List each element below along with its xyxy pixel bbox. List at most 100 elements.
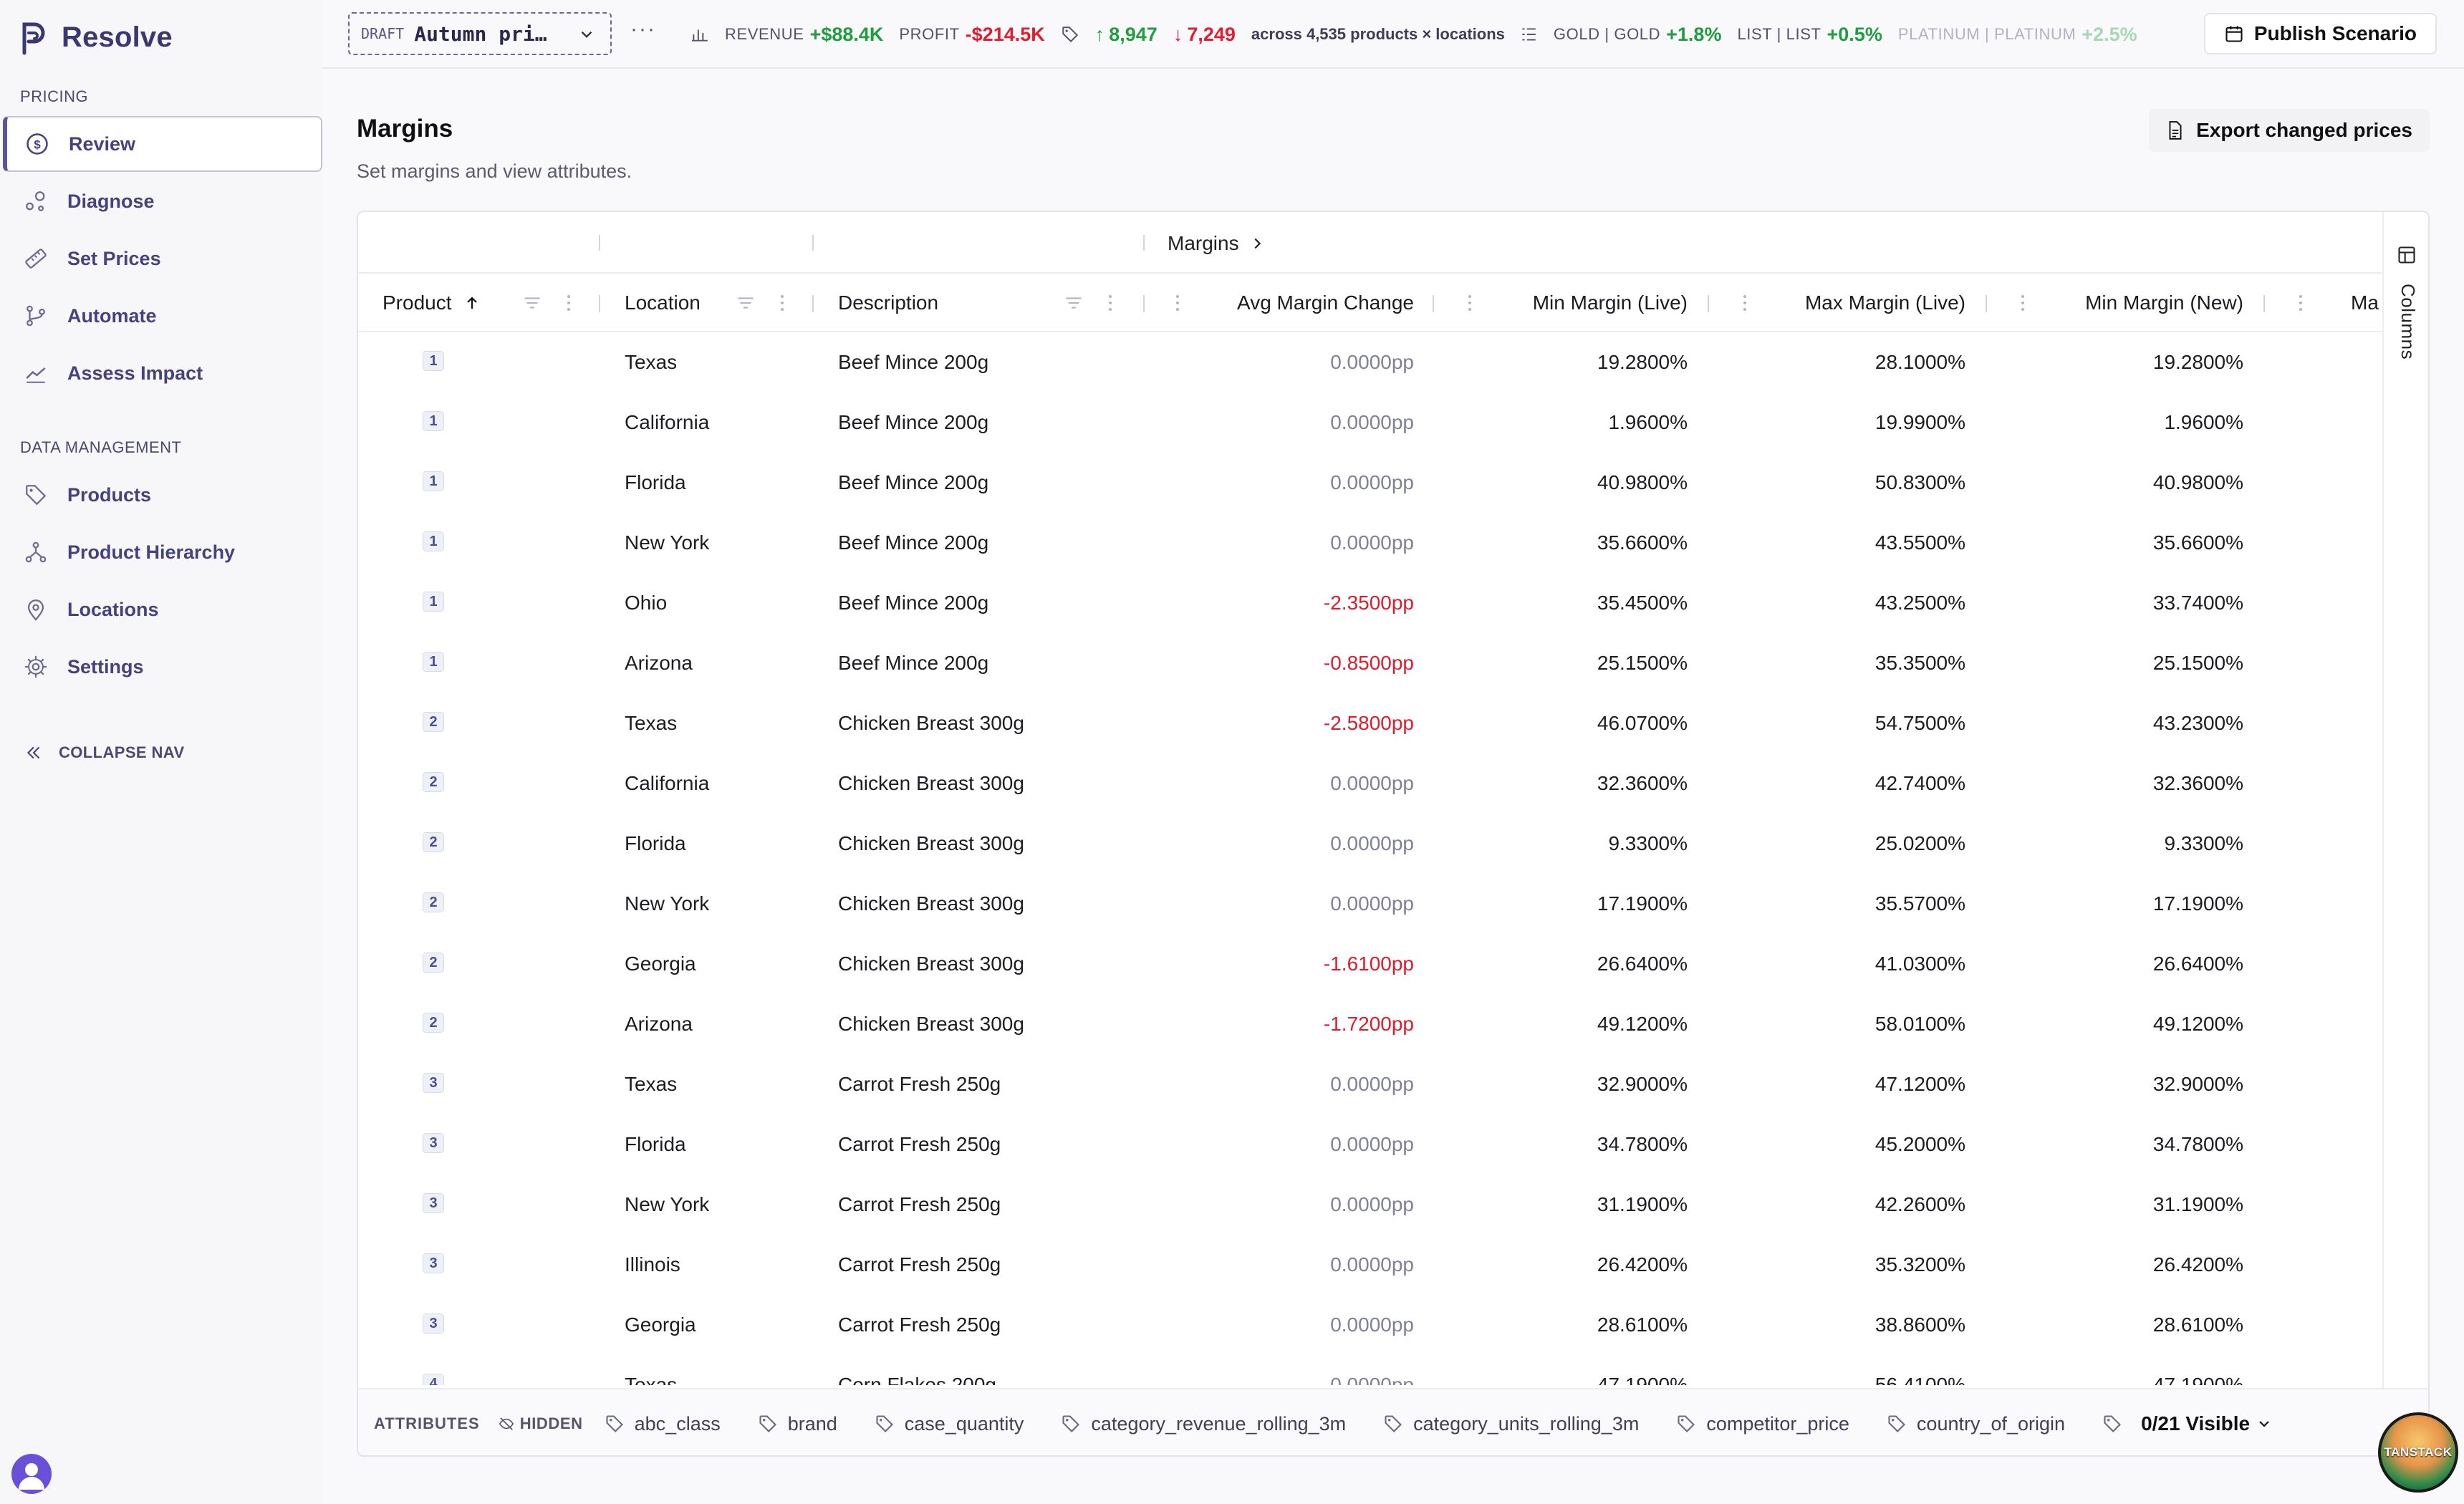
cell-min-margin-new[interactable]: 26.6400% (2034, 934, 2243, 994)
cell-min-margin-live[interactable]: 19.2800% (1483, 332, 1688, 392)
cell-description[interactable]: Carrot Fresh 250g (838, 1295, 1139, 1355)
cell-max-margin-live[interactable]: 58.0100% (1755, 994, 1965, 1054)
table-row[interactable]: 1 Arizona Beef Mince 200g -0.8500pp 25.1500%… (358, 633, 2385, 693)
cell-min-margin-live[interactable]: 40.9800% (1483, 453, 1688, 513)
cell-min-margin-new[interactable]: 28.6100% (2034, 1295, 2243, 1355)
header-avg-margin-change[interactable]: Avg Margin Change (1189, 274, 1414, 332)
cell-avg-margin-change[interactable]: 0.0000pp (1189, 874, 1414, 934)
cell-location[interactable]: Arizona (625, 633, 811, 693)
table-row[interactable]: 1 Texas Beef Mince 200g 0.0000pp 19.2800% 28.… (358, 332, 2385, 392)
sidebar-item-product-hierarchy[interactable]: Product Hierarchy (4, 524, 322, 580)
sidebar-item-review[interactable]: $ Review (3, 116, 322, 172)
cell-location[interactable]: Florida (625, 814, 811, 874)
attribute-chip[interactable]: category_units_rolling_3m (1383, 1413, 1639, 1435)
cell-min-margin-live[interactable]: 26.6400% (1483, 934, 1688, 994)
cell-max-margin-live[interactable]: 35.3500% (1755, 633, 1965, 693)
cell-avg-margin-change[interactable]: -2.5800pp (1189, 693, 1414, 753)
filter-icon[interactable] (1064, 294, 1083, 312)
sidebar-item-automate[interactable]: Automate (4, 288, 322, 344)
cell-max-margin-live[interactable]: 56.4100% (1755, 1355, 1965, 1385)
cell-location[interactable]: New York (625, 1175, 811, 1235)
cell-min-margin-new[interactable]: 19.2800% (2034, 332, 2243, 392)
column-menu-icon[interactable] (1742, 292, 1748, 314)
table-row[interactable]: 1 New York Beef Mince 200g 0.0000pp 35.6600%… (358, 513, 2385, 573)
hidden-toggle[interactable]: HIDDEN (499, 1414, 583, 1433)
sidebar-item-set-prices[interactable]: Set Prices (4, 231, 322, 286)
table-row[interactable]: 2 New York Chicken Breast 300g 0.0000pp 17.1… (358, 874, 2385, 934)
cell-description[interactable]: Beef Mince 200g (838, 392, 1139, 453)
attribute-chip[interactable]: category_revenue_rolling_3m (1061, 1413, 1346, 1435)
cell-description[interactable]: Chicken Breast 300g (838, 814, 1139, 874)
table-row[interactable]: 1 Ohio Beef Mince 200g -2.3500pp 35.4500% 43.… (358, 573, 2385, 633)
attribute-chip-overflow[interactable] (2102, 1414, 2122, 1434)
sidebar-item-diagnose[interactable]: Diagnose (4, 173, 322, 229)
table-row[interactable]: 1 Florida Beef Mince 200g 0.0000pp 40.9800% 5… (358, 453, 2385, 513)
table-row[interactable]: 2 Georgia Chicken Breast 300g -1.6100pp 26.6… (358, 934, 2385, 994)
table-row[interactable]: 2 Florida Chicken Breast 300g 0.0000pp 9.330… (358, 814, 2385, 874)
cell-max-margin-live[interactable]: 38.8600% (1755, 1295, 1965, 1355)
sidebar-item-locations[interactable]: Locations (4, 582, 322, 637)
columns-panel-toggle[interactable]: Columns (2382, 212, 2428, 1388)
column-menu-icon[interactable] (1467, 292, 1473, 314)
cell-location[interactable]: New York (625, 874, 811, 934)
cell-location[interactable]: Georgia (625, 934, 811, 994)
cell-location[interactable]: California (625, 392, 811, 453)
cell-avg-margin-change[interactable]: -1.6100pp (1189, 934, 1414, 994)
cell-description[interactable]: Beef Mince 200g (838, 633, 1139, 693)
cell-min-margin-live[interactable]: 17.1900% (1483, 874, 1688, 934)
filter-icon[interactable] (736, 294, 755, 312)
header-product[interactable]: Product (382, 274, 526, 332)
cell-location[interactable]: Texas (625, 1355, 811, 1385)
cell-location[interactable]: New York (625, 513, 811, 573)
cell-max-margin-live[interactable]: 19.9900% (1755, 392, 1965, 453)
visible-count-dropdown[interactable]: 0/21 Visible (2141, 1412, 2250, 1435)
cell-min-margin-live[interactable]: 28.6100% (1483, 1295, 1688, 1355)
attribute-chip[interactable]: competitor_price (1676, 1413, 1849, 1435)
filter-icon[interactable] (523, 294, 542, 312)
cell-avg-margin-change[interactable]: -2.3500pp (1189, 573, 1414, 633)
cell-avg-margin-change[interactable]: 0.0000pp (1189, 1054, 1414, 1114)
header-max-margin-live[interactable]: Max Margin (Live) (1755, 274, 1965, 332)
cell-min-margin-live[interactable]: 31.1900% (1483, 1175, 1688, 1235)
header-divider[interactable] (599, 295, 600, 312)
cell-min-margin-new[interactable]: 35.6600% (2034, 513, 2243, 573)
sidebar-item-assess-impact[interactable]: Assess Impact (4, 345, 322, 401)
cell-min-margin-live[interactable]: 46.0700% (1483, 693, 1688, 753)
column-menu-icon[interactable] (2298, 292, 2304, 314)
publish-scenario-button[interactable]: Publish Scenario (2203, 13, 2437, 54)
cell-avg-margin-change[interactable]: -0.8500pp (1189, 633, 1414, 693)
cell-location[interactable]: Florida (625, 1114, 811, 1175)
table-row[interactable]: 4 Texas Corn Flakes 200g 0.0000pp 47.1900% 56… (358, 1355, 2385, 1385)
more-options-button[interactable]: ··· (630, 17, 656, 42)
header-divider[interactable] (1143, 295, 1145, 312)
cell-description[interactable]: Carrot Fresh 250g (838, 1175, 1139, 1235)
header-divider[interactable] (2263, 295, 2265, 312)
cell-description[interactable]: Beef Mince 200g (838, 332, 1139, 392)
cell-min-margin-live[interactable]: 34.7800% (1483, 1114, 1688, 1175)
cell-max-margin-live[interactable]: 41.0300% (1755, 934, 1965, 994)
cell-location[interactable]: California (625, 753, 811, 814)
cell-min-margin-new[interactable]: 43.2300% (2034, 693, 2243, 753)
cell-location[interactable]: Ohio (625, 573, 811, 633)
cell-description[interactable]: Chicken Breast 300g (838, 874, 1139, 934)
sidebar-item-products[interactable]: Products (4, 467, 322, 523)
margins-group-header[interactable]: Margins (1168, 232, 1265, 255)
cell-location[interactable]: Florida (625, 453, 811, 513)
header-divider[interactable] (1433, 295, 1434, 312)
cell-max-margin-live[interactable]: 42.2600% (1755, 1175, 1965, 1235)
column-menu-icon[interactable] (1175, 292, 1180, 314)
header-location[interactable]: Location (625, 274, 732, 332)
tanstack-devtools-badge[interactable]: TANSTACK (2378, 1412, 2458, 1493)
table-row[interactable]: 3 Georgia Carrot Fresh 250g 0.0000pp 28.6100… (358, 1295, 2385, 1355)
cell-location[interactable]: Illinois (625, 1235, 811, 1295)
cell-max-margin-live[interactable]: 43.5500% (1755, 513, 1965, 573)
cell-description[interactable]: Corn Flakes 200g (838, 1355, 1139, 1385)
cell-max-margin-live[interactable]: 28.1000% (1755, 332, 1965, 392)
cell-min-margin-new[interactable]: 9.3300% (2034, 814, 2243, 874)
cell-min-margin-live[interactable]: 35.6600% (1483, 513, 1688, 573)
cell-location[interactable]: Arizona (625, 994, 811, 1054)
cell-avg-margin-change[interactable]: 0.0000pp (1189, 392, 1414, 453)
cell-avg-margin-change[interactable]: 0.0000pp (1189, 814, 1414, 874)
attribute-chip[interactable]: country_of_origin (1887, 1413, 2065, 1435)
cell-description[interactable]: Carrot Fresh 250g (838, 1054, 1139, 1114)
